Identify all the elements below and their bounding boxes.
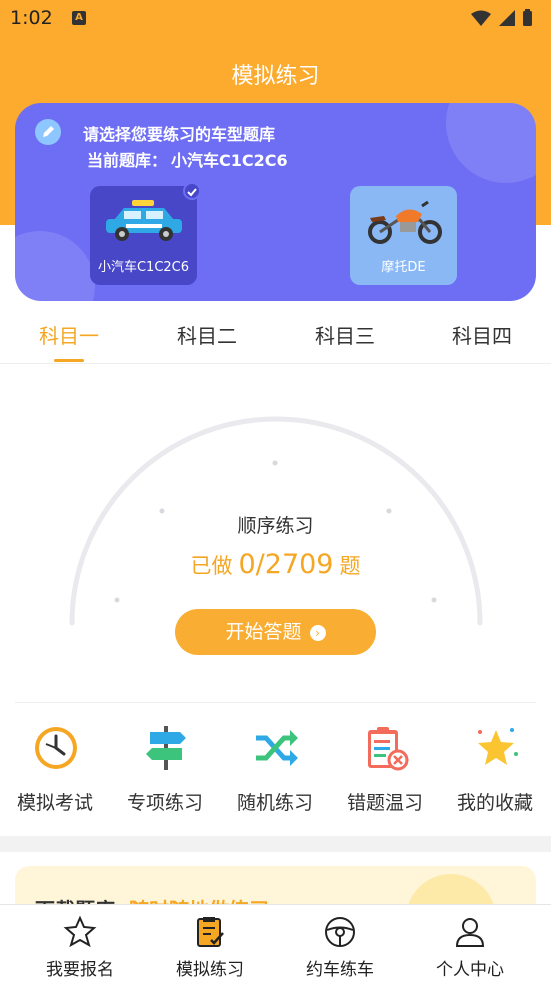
card-prompt: 请选择您要练习的车型题库 xyxy=(83,125,276,144)
vehicle-option-motorcycle[interactable]: 摩托DE xyxy=(350,186,457,285)
count-value: 0/2709 xyxy=(238,549,334,580)
start-answer-button[interactable]: 开始答题 › xyxy=(175,609,376,655)
nav-label: 个人中心 xyxy=(436,960,504,980)
page-title: 模拟练习 xyxy=(231,64,320,89)
practice-title: 顺序练习 xyxy=(237,515,314,537)
wifi-icon xyxy=(471,10,491,26)
status-time: 1:02 xyxy=(10,7,53,29)
edit-icon[interactable] xyxy=(35,119,61,145)
steering-wheel-icon xyxy=(323,915,357,953)
card-decoration xyxy=(15,231,95,301)
star-outline-icon xyxy=(63,915,97,953)
tab-subject-3[interactable]: 科目三 xyxy=(276,318,414,364)
count-suffix: 题 xyxy=(339,554,361,578)
chevron-right-icon: › xyxy=(309,624,326,641)
nav-item-register[interactable]: 我要报名 xyxy=(15,905,145,981)
status-icons xyxy=(469,8,539,32)
sequential-practice-panel: 顺序练习 已做 0/2709 题 开始答题 › xyxy=(0,365,551,700)
nav-label: 我要报名 xyxy=(46,960,114,980)
current-bank-label: 当前题库： xyxy=(87,151,168,170)
notebook-icon xyxy=(193,915,227,953)
motorcycle-icon xyxy=(362,198,446,250)
notification-app-icon: A xyxy=(72,11,86,25)
count-prefix: 已做 xyxy=(190,554,233,578)
person-icon xyxy=(453,915,487,953)
feature-label: 随机练习 xyxy=(236,792,313,814)
bottom-nav: 我要报名 模拟练习 约车练车 个人中心 xyxy=(0,904,551,981)
star-icon xyxy=(472,724,520,772)
feature-grid: 模拟考试 专项练习 随机练习 错题温习 我的收藏 xyxy=(0,720,551,830)
tab-label: 科目一 xyxy=(39,324,99,348)
subject-tabs: 科目一 科目二 科目三 科目四 xyxy=(0,318,551,364)
nav-label: 模拟练习 xyxy=(176,960,244,980)
tab-subject-1[interactable]: 科目一 xyxy=(0,318,138,364)
current-bank: 当前题库： 小汽车C1C2C6 xyxy=(83,147,288,171)
status-bar: 1:02 A xyxy=(0,0,551,40)
tab-subject-4[interactable]: 科目四 xyxy=(413,318,551,364)
card-decoration xyxy=(446,103,536,183)
clock-icon xyxy=(32,724,80,772)
feature-label: 模拟考试 xyxy=(16,792,93,814)
section-separator xyxy=(0,836,551,852)
vehicle-option-car[interactable]: 小汽车C1C2C6 xyxy=(90,182,201,285)
nav-item-booking[interactable]: 约车练车 xyxy=(275,905,405,981)
signal-icon xyxy=(499,10,515,26)
tab-label: 科目三 xyxy=(315,324,375,348)
car-icon xyxy=(102,198,186,246)
nav-item-profile[interactable]: 个人中心 xyxy=(405,905,535,981)
clipboard-error-icon xyxy=(362,724,410,772)
tab-active-indicator xyxy=(54,359,84,362)
divider xyxy=(15,702,536,703)
vehicle-label: 小汽车C1C2C6 xyxy=(97,260,190,275)
signpost-icon xyxy=(142,724,190,772)
nav-label: 约车练车 xyxy=(306,960,374,980)
tab-subject-2[interactable]: 科目二 xyxy=(138,318,276,364)
vehicle-label: 摩托DE xyxy=(381,260,426,275)
current-bank-value: 小汽车C1C2C6 xyxy=(171,151,288,170)
battery-icon xyxy=(523,11,532,26)
practice-count: 已做 0/2709 题 xyxy=(0,549,551,580)
tab-label: 科目四 xyxy=(452,324,512,348)
start-button-label: 开始答题 xyxy=(225,621,302,643)
feature-label: 错题温习 xyxy=(346,792,423,814)
nav-item-practice[interactable]: 模拟练习 xyxy=(145,905,275,981)
tab-label: 科目二 xyxy=(177,324,237,348)
vehicle-select-card: 请选择您要练习的车型题库 当前题库： 小汽车C1C2C6 小汽车C1C2C6 摩… xyxy=(15,103,536,301)
shuffle-icon xyxy=(252,724,300,772)
feature-label: 专项练习 xyxy=(126,792,203,814)
feature-label: 我的收藏 xyxy=(456,792,533,814)
